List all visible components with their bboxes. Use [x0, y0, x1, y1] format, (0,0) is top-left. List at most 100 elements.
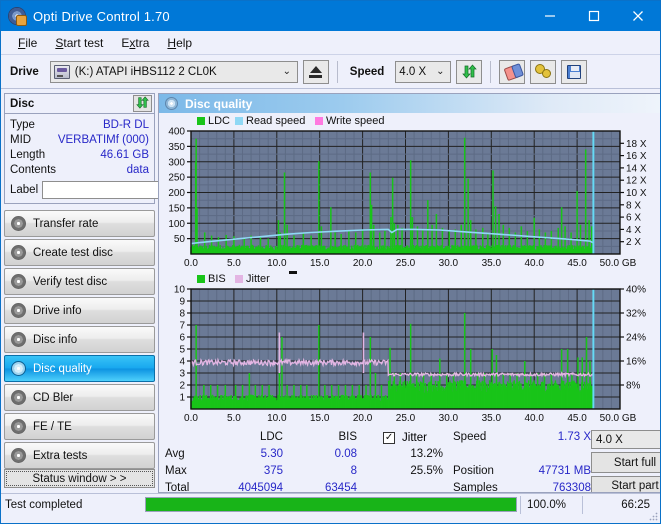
svg-text:6 X: 6 X — [626, 213, 641, 224]
svg-text:5.0: 5.0 — [227, 413, 241, 424]
sidebar-item-label: Drive info — [33, 304, 82, 317]
svg-text:30.0: 30.0 — [439, 413, 459, 424]
svg-text:20.0: 20.0 — [353, 258, 373, 269]
disc-contents-key: Contents — [10, 163, 57, 176]
eraser-icon — [503, 64, 521, 79]
svg-text:45.0: 45.0 — [567, 258, 587, 269]
speed-value: 4.0 X — [399, 65, 427, 78]
speed-label: Speed — [349, 65, 385, 78]
sidebar-item-verify-test-disc[interactable]: Verify test disc — [4, 268, 155, 295]
main-body: Disc Type BD-R DL MID VERBATIMf (000) Le… — [1, 89, 660, 493]
gears-icon — [534, 64, 552, 79]
disc-icon — [11, 419, 26, 434]
minimize-button[interactable] — [528, 1, 572, 31]
maximize-button[interactable] — [572, 1, 616, 31]
jitter-header: ✓ Jitter — [357, 429, 453, 446]
resize-grip[interactable] — [648, 511, 658, 521]
disc-panel-header: Disc — [5, 94, 154, 114]
disc-icon — [11, 332, 26, 347]
disc-icon — [11, 448, 26, 463]
stats-jitter-spacer — [357, 480, 453, 492]
start-full-button[interactable]: Start full — [591, 452, 660, 473]
toolbar-divider-2 — [490, 60, 492, 83]
svg-text:0.0: 0.0 — [184, 413, 198, 424]
stats-jitter-avg: 13.2% — [410, 448, 443, 460]
sidebar-item-label: Disc info — [33, 333, 78, 346]
disc-icon — [11, 216, 26, 231]
close-button[interactable] — [616, 1, 660, 31]
window-controls — [528, 1, 660, 31]
sidebar-item-create-test-disc[interactable]: Create test disc — [4, 239, 155, 266]
status-window-button[interactable]: Status window > > — [4, 469, 155, 488]
erase-button[interactable] — [499, 59, 526, 84]
disc-length-key: Length — [10, 148, 46, 161]
app-window: Opti Drive Control 1.70 File Start test … — [0, 0, 661, 524]
svg-text:BIS: BIS — [208, 273, 226, 285]
settings-button[interactable] — [530, 59, 557, 84]
disc-info-panel: Disc Type BD-R DL MID VERBATIMf (000) Le… — [4, 93, 245, 204]
menu-start-test[interactable]: Start test — [46, 34, 112, 52]
svg-text:2 X: 2 X — [626, 237, 641, 248]
test-speed-select[interactable]: 4.0 X ⌄ — [591, 430, 660, 450]
start-part-button[interactable]: Start part — [591, 475, 660, 492]
stats-samples-value: 763308 — [552, 482, 591, 493]
svg-text:7: 7 — [179, 321, 185, 332]
svg-text:32%: 32% — [626, 309, 646, 320]
stats-meta-values: 1.73 X 47731 MB 763308 — [517, 429, 591, 493]
stats-speed-value: 1.73 X — [557, 431, 591, 443]
svg-text:8 X: 8 X — [626, 200, 641, 211]
progress-percent: 100.0% — [520, 495, 582, 514]
speed-select[interactable]: 4.0 X ⌄ — [395, 60, 452, 83]
sidebar-item-extra-tests[interactable]: Extra tests — [4, 442, 155, 469]
svg-text:40.0: 40.0 — [524, 413, 544, 424]
stats-panel: Avg Max Total LDC 5.30 375 4045094 BIS 0… — [159, 426, 660, 493]
stats-jitter-max: 25.5% — [410, 465, 443, 477]
jitter-checkbox[interactable]: ✓ — [383, 431, 396, 444]
bis-jitter-chart: 1 2 3 4 5 6 7 8 9 10 8% 16% 24% 32% 40% 0.0 5.0 10.0 15.0 2… — [159, 271, 660, 426]
stats-position-value: 47731 MB — [538, 465, 591, 477]
svg-text:45.0: 45.0 — [567, 413, 587, 424]
disc-icon — [11, 303, 26, 318]
sidebar-item-drive-info[interactable]: Drive info — [4, 297, 155, 324]
save-button[interactable] — [561, 59, 588, 84]
svg-text:400: 400 — [168, 127, 185, 138]
sidebar-item-disc-info[interactable]: Disc info — [4, 326, 155, 353]
drive-icon — [53, 64, 70, 79]
stats-header-spacer — [165, 429, 209, 446]
svg-text:3: 3 — [179, 369, 185, 380]
stats-ldc-header: LDC — [259, 431, 283, 443]
sidebar-item-label: CD Bler — [33, 391, 74, 404]
refresh-button[interactable] — [456, 59, 483, 84]
svg-text:1: 1 — [179, 393, 185, 404]
svg-text:30.0: 30.0 — [439, 258, 459, 269]
sidebar-item-label: Create test disc — [33, 246, 113, 259]
svg-text:50.0 GB: 50.0 GB — [600, 258, 637, 269]
svg-text:Jitter: Jitter — [246, 273, 270, 285]
disc-quality-icon — [165, 97, 178, 110]
menu-help[interactable]: Help — [158, 34, 201, 52]
sidebar-item-label: Transfer rate — [33, 217, 99, 230]
disc-mid-key: MID — [10, 133, 32, 146]
sidebar-item-transfer-rate[interactable]: Transfer rate — [4, 210, 155, 237]
sidebar-item-fe-te[interactable]: FE / TE — [4, 413, 155, 440]
toolbar: Drive (K:) ATAPI iHBS112 2 CL0K ⌄ Speed … — [1, 55, 660, 89]
menu-file[interactable]: File — [9, 34, 46, 52]
svg-text:300: 300 — [168, 157, 185, 168]
sidebar-item-disc-quality[interactable]: Disc quality — [4, 355, 155, 382]
eject-button[interactable] — [302, 59, 329, 84]
menu-extra[interactable]: Extra — [112, 34, 158, 52]
disc-refresh-button[interactable] — [133, 95, 152, 112]
drive-select[interactable]: (K:) ATAPI iHBS112 2 CL0K ⌄ — [49, 60, 298, 83]
svg-text:24%: 24% — [626, 333, 646, 344]
svg-text:10.0: 10.0 — [267, 413, 287, 424]
sidebar-item-label: Extra tests — [33, 449, 88, 462]
svg-text:25.0: 25.0 — [396, 258, 416, 269]
ldc-chart: 50 100 150 200 250 300 350 400 2 X4 X6 X8 X 10 X1… — [159, 113, 660, 271]
svg-text:15.0: 15.0 — [310, 413, 330, 424]
stats-position-label: Position — [453, 465, 494, 477]
svg-text:10: 10 — [174, 285, 186, 296]
sidebar-item-label: Verify test disc — [33, 275, 108, 288]
sidebar-item-cd-bler[interactable]: CD Bler — [4, 384, 155, 411]
svg-text:35.0: 35.0 — [482, 413, 502, 424]
svg-text:9: 9 — [179, 297, 185, 308]
